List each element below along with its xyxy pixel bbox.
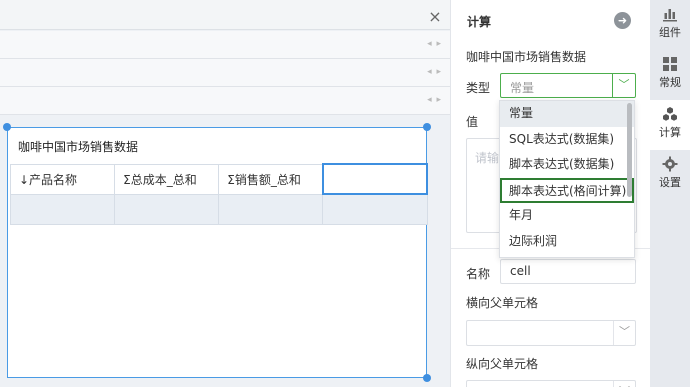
value-placeholder: 请输 <box>475 151 500 165</box>
v-parent-select[interactable]: ﹀ <box>466 380 636 387</box>
chevron-down-icon[interactable]: ﹀ <box>613 321 635 345</box>
type-option[interactable]: 常量 <box>500 101 634 127</box>
table-cell[interactable] <box>114 193 220 225</box>
panel-title: 计算 <box>467 15 492 29</box>
chevron-down-icon[interactable]: ﹀ <box>613 381 635 387</box>
table-header-cell[interactable]: Σ总成本_总和 <box>114 163 220 195</box>
widget-title: 咖啡中国市场销售数据 <box>18 140 139 154</box>
type-select-value: 常量 <box>510 81 535 95</box>
resize-arrows-icon[interactable]: ◂ ▸ <box>427 67 442 77</box>
selected-cell[interactable] <box>321 163 429 195</box>
name-input[interactable]: cell <box>500 259 636 284</box>
table-cell[interactable] <box>322 193 428 225</box>
type-label: 类型 <box>466 81 491 95</box>
tab-label: 计算 <box>659 126 681 139</box>
arrow-right-icon[interactable]: ➜ <box>614 12 631 29</box>
band-row[interactable]: ◂ ▸ <box>0 31 450 59</box>
table-header-cell[interactable]: Σ销售额_总和 <box>218 163 324 195</box>
h-parent-label: 横向父单元格 <box>466 296 539 310</box>
tab-components[interactable]: 组件 <box>650 0 690 50</box>
resize-handle[interactable] <box>3 123 11 131</box>
bar-chart-icon <box>662 6 678 22</box>
v-parent-label: 纵向父单元格 <box>466 357 539 371</box>
resize-arrows-icon[interactable]: ◂ ▸ <box>427 39 442 49</box>
data-table[interactable]: ↓产品名称 Σ总成本_总和 Σ销售额_总和 <box>9 163 429 225</box>
name-label: 名称 <box>466 267 491 281</box>
type-option[interactable]: 脚本表达式(数据集) <box>500 152 634 178</box>
table-widget[interactable]: 咖啡中国市场销售数据 ↓产品名称 Σ总成本_总和 Σ销售额_总和 <box>7 127 429 378</box>
type-option[interactable]: 年月 <box>500 203 634 229</box>
tab-label: 组件 <box>659 26 681 39</box>
tab-label: 设置 <box>659 176 681 189</box>
value-label: 值 <box>466 115 479 129</box>
gear-icon <box>662 156 678 172</box>
report-canvas: × ◂ ▸ ◂ ▸ ◂ ▸ 咖啡中国市场销售数据 ↓产品名称 Σ总成本_总和 Σ… <box>0 0 450 387</box>
chevron-down-icon[interactable]: ﹀ <box>612 74 635 97</box>
tab-label: 常规 <box>659 76 681 89</box>
table-cell[interactable] <box>218 193 324 225</box>
table-cell[interactable] <box>9 193 116 225</box>
tab-general[interactable]: 常规 <box>650 50 690 100</box>
type-option[interactable]: SQL表达式(数据集) <box>500 127 634 153</box>
table-header-cell[interactable]: ↓产品名称 <box>9 163 116 195</box>
h-parent-select[interactable]: ﹀ <box>466 320 636 346</box>
grid-icon <box>662 56 678 72</box>
resize-arrows-icon[interactable]: ◂ ▸ <box>427 95 442 105</box>
resize-handle[interactable] <box>423 123 431 131</box>
band-row[interactable]: ◂ ▸ <box>0 87 450 115</box>
close-icon[interactable]: × <box>428 9 442 25</box>
type-option-highlighted[interactable]: 脚本表达式(格间计算) <box>500 177 634 204</box>
dropdown-scrollbar[interactable] <box>627 103 632 197</box>
dataset-name: 咖啡中国市场销售数据 <box>466 50 587 64</box>
resize-handle[interactable] <box>423 374 431 382</box>
canvas-top-strip <box>0 0 450 30</box>
type-select[interactable]: 常量 ﹀ <box>500 73 636 98</box>
band-row[interactable]: ◂ ▸ <box>0 59 450 87</box>
tab-settings[interactable]: 设置 <box>650 150 690 200</box>
type-option[interactable]: 边际利润 <box>500 229 634 255</box>
cubes-icon <box>662 106 678 122</box>
side-tab-bar: 组件 常规 计算 设置 <box>650 0 690 387</box>
type-dropdown[interactable]: 常量 SQL表达式(数据集) 脚本表达式(数据集) 脚本表达式(格间计算) 年月… <box>499 100 635 258</box>
tab-calculate[interactable]: 计算 <box>650 100 690 150</box>
